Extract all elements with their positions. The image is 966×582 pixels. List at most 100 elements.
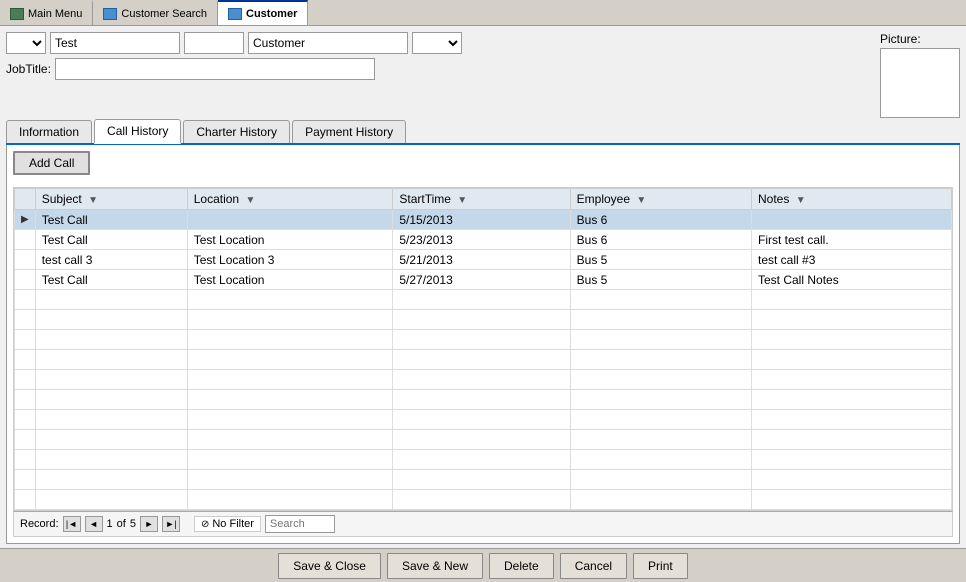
delete-button[interactable]: Delete <box>489 553 554 579</box>
call-history-table: Subject ▼ Location ▼ StartTime ▼ Emplo <box>14 188 952 511</box>
record-label: Record: <box>20 518 59 530</box>
table-row-empty <box>15 290 952 310</box>
tab-main-menu[interactable]: Main Menu <box>0 0 93 25</box>
cell-starttime: 5/21/2013 <box>393 250 570 270</box>
title-bar: Main Menu Customer Search Customer <box>0 0 966 26</box>
cell-starttime: 5/15/2013 <box>393 210 570 230</box>
employee-sort-icon: ▼ <box>636 195 646 206</box>
table-row[interactable]: ▶ Test Call 5/15/2013 Bus 6 <box>15 210 952 230</box>
table-row[interactable]: test call 3 Test Location 3 5/21/2013 Bu… <box>15 250 952 270</box>
bottom-toolbar: Save & Close Save & New Delete Cancel Pr… <box>0 548 966 582</box>
subject-sort-icon: ▼ <box>88 195 98 206</box>
first-name-input[interactable]: Test <box>50 32 180 54</box>
main-menu-icon <box>10 8 24 20</box>
cell-notes <box>752 210 952 230</box>
current-record: 1 <box>107 518 113 530</box>
customer-search-icon <box>103 8 117 20</box>
save-close-button[interactable]: Save & Close <box>278 553 381 579</box>
nav-prev-button[interactable]: ◄ <box>85 516 103 532</box>
table-row-empty <box>15 450 952 470</box>
main-content: Test Customer JobTitle: Picture: Informa… <box>0 26 966 548</box>
table-row-empty <box>15 410 952 430</box>
table-row-empty <box>15 330 952 350</box>
cell-employee: Bus 5 <box>570 250 751 270</box>
nav-last-button[interactable]: ►| <box>162 516 180 532</box>
cell-location: Test Location <box>187 270 393 290</box>
col-indicator[interactable] <box>15 189 36 210</box>
table-row-empty <box>15 370 952 390</box>
customer-type-input[interactable]: Customer <box>248 32 408 54</box>
col-employee[interactable]: Employee ▼ <box>570 189 751 210</box>
table-row-empty <box>15 430 952 450</box>
of-label: of <box>117 518 126 530</box>
table-row-empty <box>15 470 952 490</box>
nav-next-button[interactable]: ► <box>140 516 158 532</box>
tab-customer-search[interactable]: Customer Search <box>93 0 218 25</box>
cell-subject: Test Call <box>35 210 187 230</box>
search-input[interactable] <box>265 515 335 533</box>
call-history-table-wrapper: Subject ▼ Location ▼ StartTime ▼ Emplo <box>13 187 953 511</box>
no-filter-button[interactable]: ⊘ No Filter <box>194 516 261 532</box>
cell-employee: Bus 6 <box>570 230 751 250</box>
row-indicator <box>15 230 36 250</box>
jobtitle-row: JobTitle: <box>6 58 880 80</box>
tab-payment-history[interactable]: Payment History <box>292 120 406 143</box>
row-indicator <box>15 270 36 290</box>
location-sort-icon: ▼ <box>245 195 255 206</box>
cell-employee: Bus 6 <box>570 210 751 230</box>
total-records: 5 <box>130 518 136 530</box>
starttime-sort-icon: ▼ <box>457 195 467 206</box>
table-row-empty <box>15 310 952 330</box>
table-row-empty <box>15 390 952 410</box>
jobtitle-label: JobTitle: <box>6 62 51 76</box>
row-indicator: ▶ <box>15 210 36 230</box>
tab-customer[interactable]: Customer <box>218 0 308 25</box>
cell-notes: test call #3 <box>752 250 952 270</box>
cell-employee: Bus 5 <box>570 270 751 290</box>
add-call-button[interactable]: Add Call <box>13 151 90 175</box>
cell-location <box>187 210 393 230</box>
tab-charter-history[interactable]: Charter History <box>183 120 290 143</box>
cell-starttime: 5/23/2013 <box>393 230 570 250</box>
nav-first-button[interactable]: |◄ <box>63 516 81 532</box>
cell-starttime: 5/27/2013 <box>393 270 570 290</box>
col-location[interactable]: Location ▼ <box>187 189 393 210</box>
status-bar: Record: |◄ ◄ 1 of 5 ► ►| ⊘ No Filter <box>13 511 953 537</box>
tab-customer-search-label: Customer Search <box>121 8 207 20</box>
table-row-empty <box>15 490 952 510</box>
tab-information[interactable]: Information <box>6 120 92 143</box>
picture-label: Picture: <box>880 32 921 46</box>
name-row: Test Customer <box>6 32 880 54</box>
type-select[interactable] <box>412 32 462 54</box>
tab-main-menu-label: Main Menu <box>28 8 82 20</box>
row-indicator <box>15 250 36 270</box>
col-starttime[interactable]: StartTime ▼ <box>393 189 570 210</box>
tab-panel-call-history: Add Call Subject ▼ Location ▼ <box>6 145 960 544</box>
cell-subject: Test Call <box>35 230 187 250</box>
save-new-button[interactable]: Save & New <box>387 553 483 579</box>
cell-notes: Test Call Notes <box>752 270 952 290</box>
jobtitle-input[interactable] <box>55 58 375 80</box>
picture-area: Picture: <box>880 32 960 118</box>
table-row[interactable]: Test Call Test Location 5/27/2013 Bus 5 … <box>15 270 952 290</box>
prefix-select[interactable] <box>6 32 46 54</box>
notes-sort-icon: ▼ <box>796 195 806 206</box>
picture-box <box>880 48 960 118</box>
col-subject[interactable]: Subject ▼ <box>35 189 187 210</box>
filter-icon: ⊘ <box>201 519 209 530</box>
cancel-button[interactable]: Cancel <box>560 553 627 579</box>
table-row-empty <box>15 350 952 370</box>
inner-tabs: Information Call History Charter History… <box>6 118 960 145</box>
tab-customer-label: Customer <box>246 8 297 20</box>
cell-subject: test call 3 <box>35 250 187 270</box>
table-row[interactable]: Test Call Test Location 5/23/2013 Bus 6 … <box>15 230 952 250</box>
cell-notes: First test call. <box>752 230 952 250</box>
col-notes[interactable]: Notes ▼ <box>752 189 952 210</box>
cell-location: Test Location 3 <box>187 250 393 270</box>
no-filter-label: No Filter <box>212 518 254 530</box>
cell-subject: Test Call <box>35 270 187 290</box>
tab-call-history[interactable]: Call History <box>94 119 181 144</box>
print-button[interactable]: Print <box>633 553 688 579</box>
cell-location: Test Location <box>187 230 393 250</box>
last-name-input[interactable] <box>184 32 244 54</box>
